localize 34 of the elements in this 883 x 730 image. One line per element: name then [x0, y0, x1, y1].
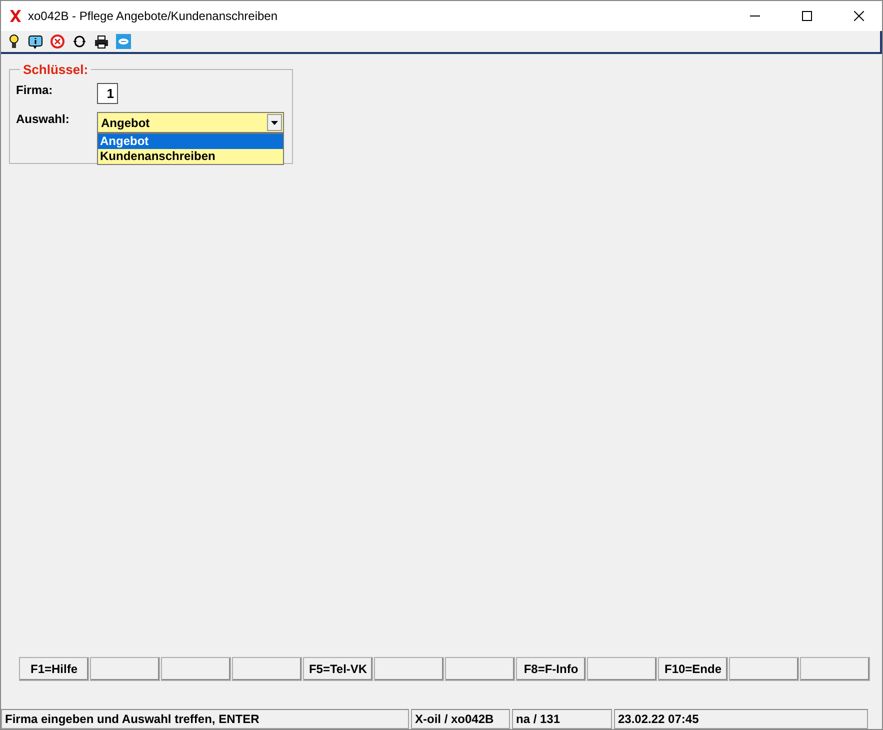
- window-title: xo042B - Pflege Angebote/Kundenanschreiben: [28, 9, 279, 23]
- status-text: Firma eingeben und Auswahl treffen, ENTER: [1, 709, 409, 729]
- blank-key[interactable]: [800, 657, 870, 681]
- group-title: Schlüssel:: [22, 62, 90, 77]
- minimize-icon: [750, 15, 760, 17]
- field-label: Firma:: [16, 83, 54, 97]
- status-text: X-oil / xo042B: [411, 709, 510, 729]
- dropdown-option[interactable]: Kundenanschreiben: [98, 149, 283, 164]
- blank-key[interactable]: [232, 657, 302, 681]
- function-key[interactable]: F10=Ende: [658, 657, 728, 681]
- blank-key[interactable]: [445, 657, 515, 681]
- app-logo-icon: [9, 9, 22, 23]
- cancel-icon[interactable]: [49, 33, 66, 50]
- blank-key[interactable]: [587, 657, 657, 681]
- blank-key[interactable]: [161, 657, 231, 681]
- refresh-icon[interactable]: [71, 33, 88, 50]
- status-text: 23.02.22 07:45: [614, 709, 868, 729]
- close-icon: [854, 11, 864, 21]
- dropdown-option[interactable]: Angebot: [98, 134, 283, 149]
- print-icon[interactable]: [93, 33, 110, 50]
- status-text: na / 131: [512, 709, 612, 729]
- blank-key[interactable]: [374, 657, 444, 681]
- function-key[interactable]: F8=F-Info: [516, 657, 586, 681]
- function-key[interactable]: F1=Hilfe: [19, 657, 89, 681]
- field-label: Auswahl:: [16, 112, 70, 126]
- chat-icon[interactable]: [115, 33, 132, 50]
- caret-icon[interactable]: [267, 114, 282, 131]
- company-field[interactable]: 1: [97, 83, 118, 104]
- maximize-icon: [802, 11, 812, 21]
- blank-key[interactable]: [729, 657, 799, 681]
- blank-key[interactable]: [90, 657, 160, 681]
- function-key[interactable]: F5=Tel-VK: [303, 657, 373, 681]
- selection-dropdown[interactable]: Angebot: [97, 112, 284, 133]
- info-icon[interactable]: [27, 33, 44, 50]
